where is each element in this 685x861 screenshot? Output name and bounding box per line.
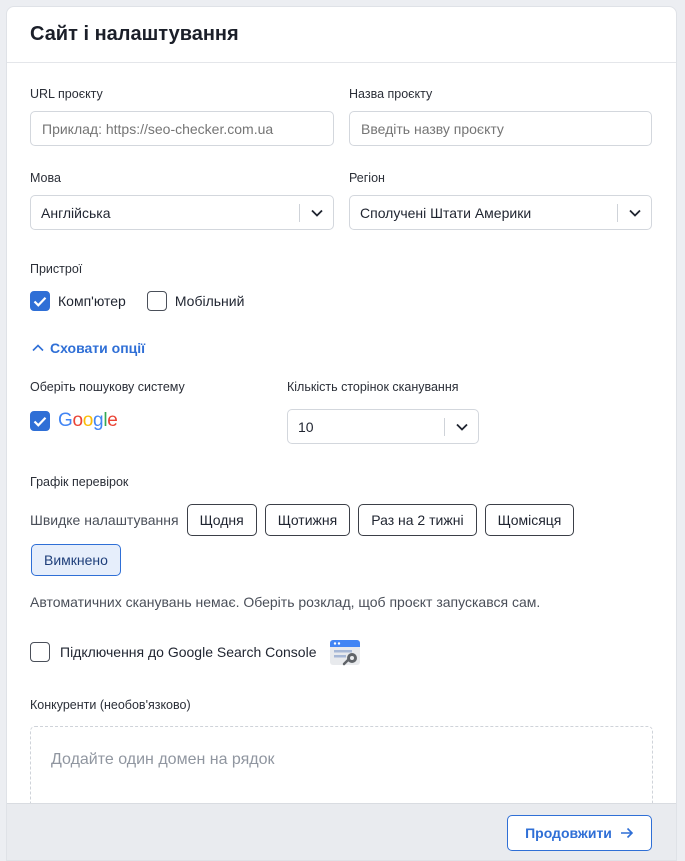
gsc-checkbox[interactable] bbox=[30, 642, 50, 662]
arrow-right-icon bbox=[620, 827, 634, 839]
search-console-icon bbox=[329, 637, 361, 667]
desktop-checkbox[interactable] bbox=[30, 291, 50, 311]
settings-card: Сайт і налаштування URL проєкту Назва пр… bbox=[6, 6, 677, 861]
search-engine-row: Google bbox=[30, 410, 118, 432]
schedule-weekly-button[interactable]: Щотижня bbox=[264, 504, 351, 536]
pages-count-select[interactable]: 10 bbox=[287, 409, 479, 444]
quick-setup-label: Швидке налаштування bbox=[30, 512, 179, 528]
gsc-label[interactable]: Підключення до Google Search Console bbox=[60, 644, 317, 660]
language-value: Англійська bbox=[41, 204, 111, 221]
devices-row: Комп'ютер Мобільний bbox=[30, 291, 244, 311]
mobile-label[interactable]: Мобільний bbox=[175, 293, 245, 309]
hide-options-label: Сховати опції bbox=[50, 340, 146, 356]
chevron-down-icon[interactable] bbox=[445, 423, 478, 431]
desktop-label[interactable]: Комп'ютер bbox=[58, 293, 126, 309]
continue-label: Продовжити bbox=[525, 825, 612, 841]
schedule-label: Графік перевірок bbox=[30, 475, 129, 489]
hide-options-link[interactable]: Сховати опції bbox=[32, 340, 145, 356]
schedule-off-button[interactable]: Вимкнено bbox=[31, 544, 121, 576]
region-value: Сполучені Штати Америки bbox=[360, 204, 532, 221]
chevron-up-icon bbox=[32, 344, 44, 352]
check-icon bbox=[33, 296, 47, 307]
project-name-input[interactable] bbox=[349, 111, 652, 146]
region-label: Регіон bbox=[349, 171, 385, 185]
project-name-label: Назва проєкту bbox=[349, 87, 433, 101]
schedule-quick-row: Швидке налаштування Щодня Щотижня Раз на… bbox=[30, 504, 575, 536]
schedule-monthly-button[interactable]: Щомісяця bbox=[484, 504, 575, 536]
gsc-row: Підключення до Google Search Console bbox=[30, 637, 361, 667]
pages-count-label: Кількість сторінок сканування bbox=[287, 380, 459, 394]
card-header: Сайт і налаштування bbox=[7, 7, 676, 63]
schedule-biweekly-button[interactable]: Раз на 2 тижні bbox=[358, 504, 477, 536]
language-select[interactable]: Англійська bbox=[30, 195, 334, 230]
language-label: Мова bbox=[30, 171, 61, 185]
mobile-checkbox[interactable] bbox=[146, 291, 167, 311]
url-input[interactable] bbox=[30, 111, 334, 146]
competitors-label: Конкуренти (необов'язково) bbox=[30, 698, 191, 712]
google-logo: Google bbox=[58, 410, 118, 431]
region-select[interactable]: Сполучені Штати Америки bbox=[349, 195, 652, 230]
schedule-daily-button[interactable]: Щодня bbox=[186, 504, 257, 536]
devices-label: Пристрої bbox=[30, 262, 83, 276]
chevron-down-icon[interactable] bbox=[300, 209, 333, 217]
search-engine-label: Оберіть пошукову систему bbox=[30, 380, 185, 394]
schedule-hint: Автоматичних сканувань немає. Оберіть ро… bbox=[30, 594, 541, 610]
competitors-placeholder: Додайте один домен на рядок bbox=[51, 751, 275, 768]
continue-button[interactable]: Продовжити bbox=[507, 815, 652, 851]
url-label: URL проєкту bbox=[30, 87, 103, 101]
check-icon bbox=[33, 416, 47, 427]
chevron-down-icon[interactable] bbox=[618, 209, 651, 217]
card-footer: Продовжити bbox=[7, 803, 676, 860]
google-checkbox[interactable] bbox=[30, 411, 50, 431]
page-title: Сайт і налаштування bbox=[30, 23, 239, 45]
pages-count-value: 10 bbox=[298, 418, 314, 435]
